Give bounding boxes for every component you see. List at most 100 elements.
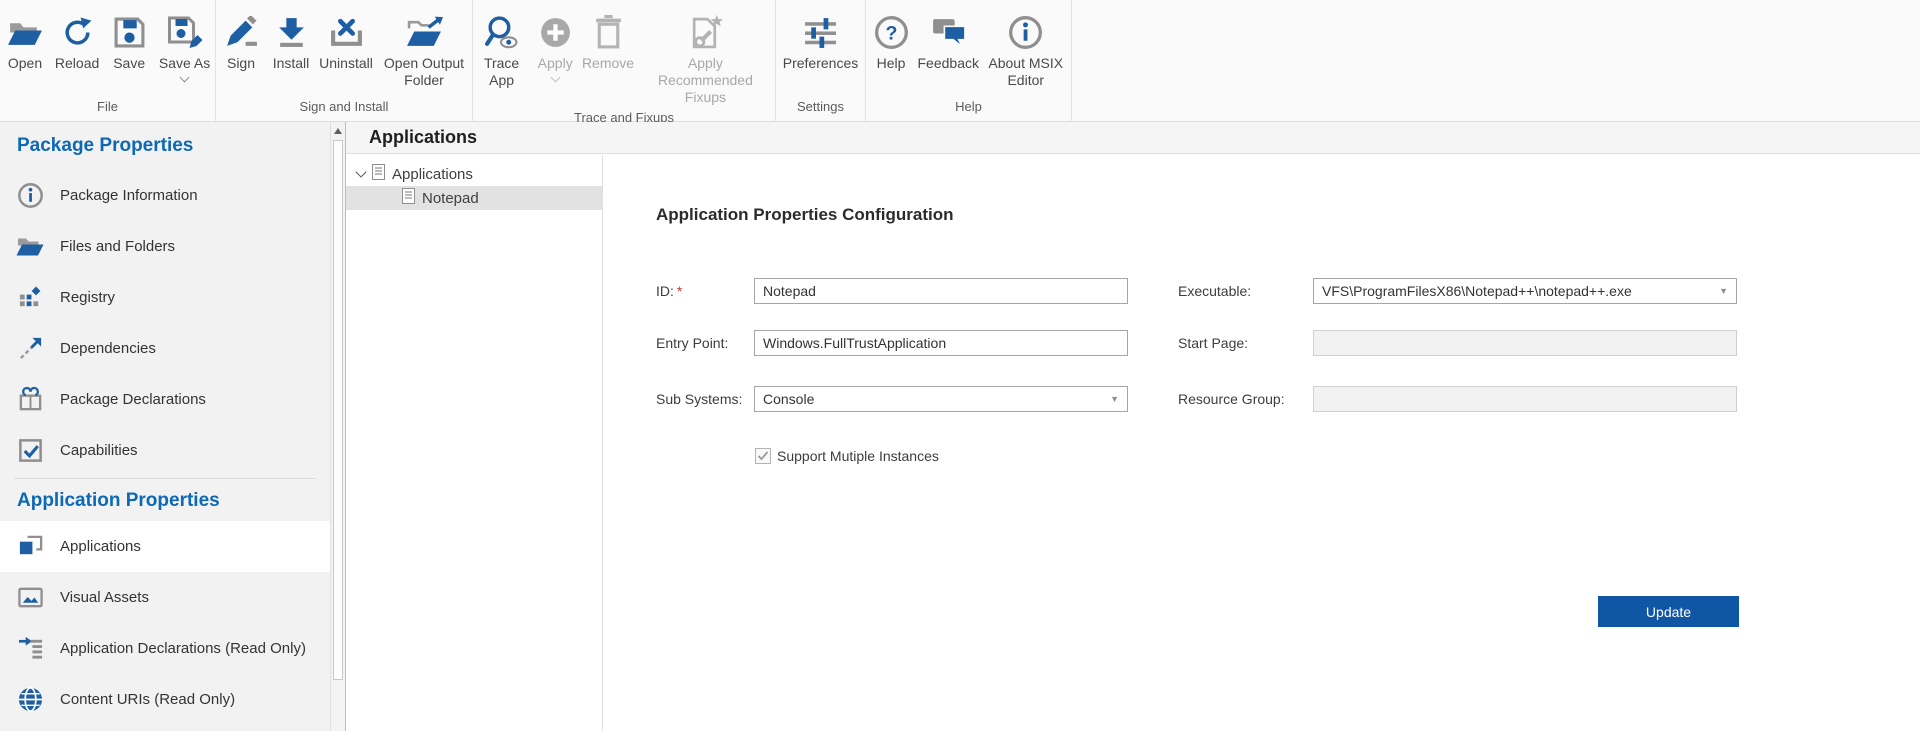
open-output-folder-icon bbox=[406, 9, 443, 55]
chevron-down-icon bbox=[550, 73, 560, 83]
chevron-down-icon[interactable] bbox=[355, 166, 366, 177]
page-title: Applications bbox=[369, 127, 477, 148]
sidebar-item-files-and-folders[interactable]: Files and Folders bbox=[0, 221, 330, 272]
resource-group-input bbox=[1313, 386, 1737, 412]
ribbon-group-label-help: Help bbox=[866, 97, 1071, 121]
reload-button[interactable]: Reload bbox=[50, 7, 104, 74]
tree-node-notepad[interactable]: Notepad bbox=[346, 186, 602, 210]
open-button[interactable]: Open bbox=[0, 7, 50, 74]
sidebar-item-dependencies[interactable]: Dependencies bbox=[0, 323, 330, 374]
uninstall-button[interactable]: Uninstall bbox=[316, 7, 376, 74]
sidebar-item-package-information[interactable]: Package Information bbox=[0, 170, 330, 221]
about-msix-editor-button[interactable]: About MSIX Editor bbox=[980, 7, 1071, 91]
ribbon-group-file: Open Reload Save Save As bbox=[0, 0, 216, 121]
install-button[interactable]: Install bbox=[266, 7, 316, 74]
sidebar-item-applications[interactable]: Applications bbox=[0, 521, 330, 572]
sidebar-item-label: Content URIs (Read Only) bbox=[60, 691, 235, 708]
ribbon-group-label-settings: Settings bbox=[776, 97, 865, 121]
ribbon-group-label-sign-and-install: Sign and Install bbox=[216, 97, 472, 121]
scrollbar-thumb[interactable] bbox=[333, 140, 343, 680]
sidebar-item-label: Files and Folders bbox=[60, 238, 175, 255]
ribbon: Open Reload Save Save As bbox=[0, 0, 1920, 122]
apply-plus-icon bbox=[538, 9, 573, 55]
folder-icon bbox=[16, 233, 44, 261]
apply-recommended-fixups-button: Apply Recommended Fixups bbox=[636, 7, 775, 108]
id-input[interactable] bbox=[754, 278, 1128, 304]
sidebar-item-application-declarations[interactable]: Application Declarations (Read Only) bbox=[0, 623, 330, 674]
sidebar-heading-package-properties: Package Properties bbox=[0, 122, 330, 170]
scroll-up-arrow-icon[interactable] bbox=[334, 128, 342, 134]
sidebar: Package Properties Package Information F… bbox=[0, 122, 330, 731]
executable-select[interactable]: VFS\ProgramFilesX86\Notepad++\notepad++.… bbox=[1313, 278, 1737, 304]
uninstall-x-icon bbox=[329, 9, 364, 55]
support-multiple-instances-checkbox bbox=[755, 448, 771, 464]
start-page-input bbox=[1313, 330, 1737, 356]
sign-button[interactable]: Sign bbox=[216, 7, 266, 74]
entry-point-label: Entry Point: bbox=[656, 330, 728, 356]
support-multiple-instances-label: Support Mutiple Instances bbox=[777, 448, 939, 464]
sidebar-item-registry[interactable]: Registry bbox=[0, 272, 330, 323]
document-icon bbox=[402, 188, 415, 208]
resource-group-label: Resource Group: bbox=[1178, 386, 1285, 412]
sidebar-item-label: Dependencies bbox=[60, 340, 156, 357]
apply-recommended-fixups-button-label: Apply Recommended Fixups bbox=[642, 55, 769, 106]
sidebar-divider bbox=[14, 478, 316, 479]
entry-point-input[interactable] bbox=[754, 330, 1128, 356]
reload-button-label: Reload bbox=[55, 55, 99, 72]
executable-label: Executable: bbox=[1178, 278, 1251, 304]
id-label-text: ID: bbox=[656, 283, 674, 299]
open-folder-icon bbox=[7, 9, 44, 55]
sidebar-item-label: Package Information bbox=[60, 187, 198, 204]
save-button[interactable]: Save bbox=[104, 7, 154, 74]
svg-text:?: ? bbox=[885, 22, 897, 44]
sidebar-item-capabilities[interactable]: Capabilities bbox=[0, 425, 330, 476]
sidebar-item-label: Registry bbox=[60, 289, 115, 306]
ribbon-group-help: ? Help Feedback About MSIX Editor Help bbox=[866, 0, 1072, 121]
update-button[interactable]: Update bbox=[1598, 596, 1739, 627]
save-button-label: Save bbox=[113, 55, 145, 72]
info-circle-icon bbox=[16, 182, 44, 210]
reload-icon bbox=[61, 9, 94, 55]
about-msix-editor-button-label: About MSIX Editor bbox=[986, 55, 1065, 89]
start-page-label: Start Page: bbox=[1178, 330, 1248, 356]
chevron-down-icon bbox=[180, 73, 190, 83]
sidebar-item-label: Visual Assets bbox=[60, 589, 149, 606]
tree-node-applications[interactable]: Applications bbox=[346, 162, 602, 186]
preferences-button[interactable]: Preferences bbox=[777, 7, 864, 74]
save-as-icon bbox=[166, 9, 203, 55]
sidebar-item-visual-assets[interactable]: Visual Assets bbox=[0, 572, 330, 623]
fixups-doc-icon bbox=[688, 9, 723, 55]
open-output-folder-button[interactable]: Open Output Folder bbox=[376, 7, 472, 91]
feedback-button[interactable]: Feedback bbox=[916, 7, 980, 74]
sign-pencil-icon bbox=[224, 9, 259, 55]
sub-systems-value: Console bbox=[763, 391, 1104, 407]
sub-systems-label: Sub Systems: bbox=[656, 386, 742, 412]
support-multiple-instances-row: Support Mutiple Instances bbox=[755, 448, 939, 464]
sidebar-item-label: Capabilities bbox=[60, 442, 138, 459]
sidebar-item-package-declarations[interactable]: Package Declarations bbox=[0, 374, 330, 425]
sidebar-heading-application-properties: Application Properties bbox=[0, 481, 330, 521]
uninstall-button-label: Uninstall bbox=[319, 55, 373, 72]
feedback-button-label: Feedback bbox=[918, 55, 979, 72]
help-question-icon: ? bbox=[874, 9, 909, 55]
form-heading: Application Properties Configuration bbox=[656, 205, 954, 225]
sidebar-item-content-uris[interactable]: Content URIs (Read Only) bbox=[0, 674, 330, 725]
chevron-down-icon: ▼ bbox=[1719, 286, 1728, 296]
about-info-icon bbox=[1008, 9, 1043, 55]
sub-systems-select[interactable]: Console ▼ bbox=[754, 386, 1128, 412]
tree-node-label: Applications bbox=[392, 166, 473, 183]
open-output-folder-button-label: Open Output Folder bbox=[382, 55, 466, 89]
apply-button-label: Apply bbox=[538, 55, 573, 72]
globe-icon bbox=[16, 686, 44, 714]
application-properties-form: Application Properties Configuration ID:… bbox=[604, 155, 1920, 731]
feedback-bubbles-icon bbox=[930, 9, 967, 55]
document-icon bbox=[372, 164, 385, 184]
save-as-button[interactable]: Save As bbox=[154, 7, 215, 83]
ribbon-group-settings: Preferences Settings bbox=[776, 0, 866, 121]
help-button[interactable]: ? Help bbox=[866, 7, 916, 74]
dependencies-arrow-icon bbox=[16, 335, 44, 363]
applications-tree: Applications Notepad bbox=[346, 155, 603, 731]
trace-app-button[interactable]: Trace App bbox=[473, 7, 530, 91]
apply-button: Apply bbox=[530, 7, 580, 83]
sidebar-scrollbar[interactable] bbox=[330, 122, 346, 731]
